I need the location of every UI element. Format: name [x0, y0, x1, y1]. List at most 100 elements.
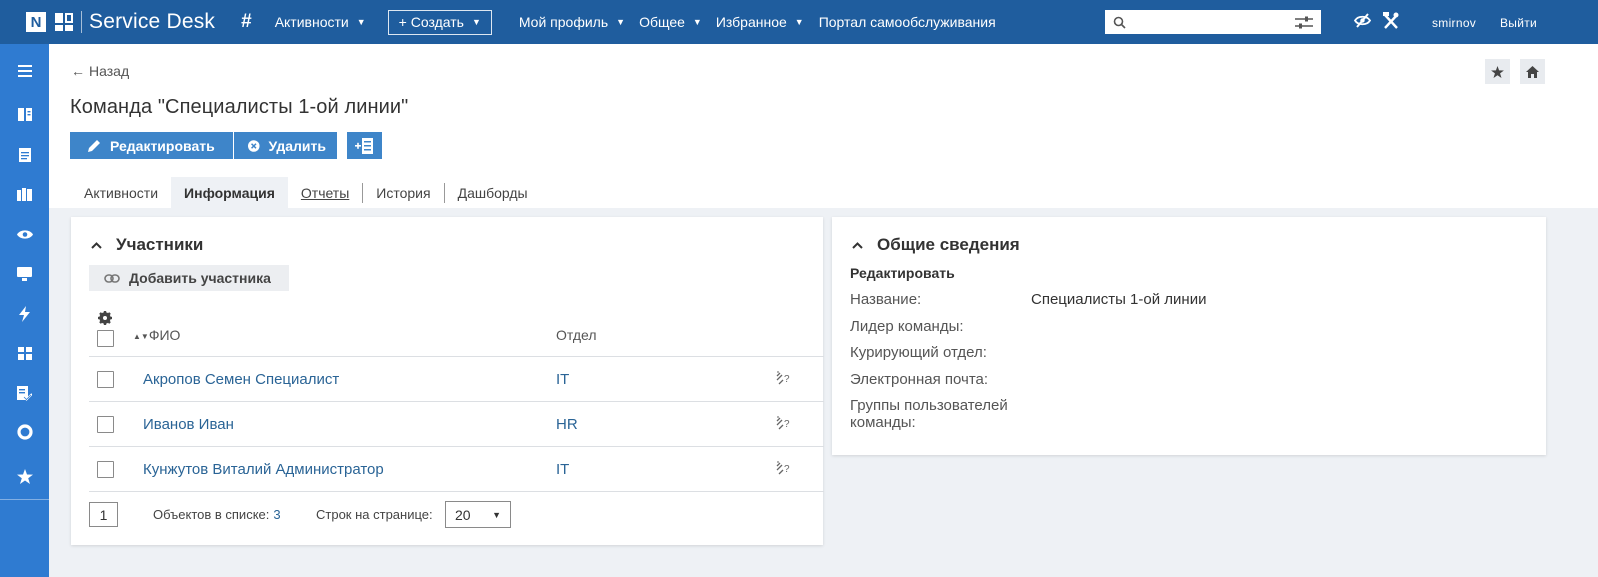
filter-settings-icon[interactable] [1295, 16, 1313, 29]
unlink-icon[interactable]: ? [776, 371, 791, 386]
svg-text:?: ? [784, 374, 790, 385]
username[interactable]: smirnov [1432, 16, 1476, 30]
table-divider [89, 401, 824, 402]
unlink-icon[interactable]: ? [776, 416, 791, 431]
unlink-icon[interactable]: ? [776, 461, 791, 476]
row-checkbox[interactable] [97, 461, 114, 478]
add-to-list-button[interactable] [347, 132, 382, 159]
objects-count-label: Объектов в списке: [153, 507, 270, 522]
table-divider [89, 446, 824, 447]
left-sidebar [0, 44, 49, 577]
member-department-link[interactable]: IT [556, 461, 569, 478]
member-name-link[interactable]: Кунжутов Виталий Администратор [143, 461, 384, 478]
menu-activities-label: Активности [274, 14, 349, 30]
general-info-header[interactable]: Общие сведения [852, 235, 1020, 255]
add-member-button[interactable]: Добавить участника [89, 265, 289, 291]
dashboard-icon[interactable] [0, 341, 49, 365]
favorite-button[interactable] [1485, 59, 1510, 84]
add-member-label: Добавить участника [129, 270, 271, 286]
field-label-name: Название: [850, 291, 922, 308]
book-icon[interactable] [0, 102, 49, 126]
rows-per-page-value: 20 [455, 506, 471, 523]
tab-bar: Активности Информация Отчеты История Даш… [71, 177, 541, 208]
star-icon[interactable] [0, 464, 49, 488]
column-header-name[interactable]: ▲▼ФИО [133, 327, 180, 343]
chevron-up-icon [91, 241, 102, 249]
gear-icon[interactable] [98, 311, 112, 325]
monitor-icon[interactable] [0, 262, 49, 286]
page-header: ← Назад Команда "Специалисты 1-ой линии"… [49, 44, 1598, 208]
tab-history[interactable]: История [363, 177, 443, 208]
delete-button[interactable]: Удалить [233, 132, 337, 159]
field-value-name: Специалисты 1-ой линии [1031, 291, 1207, 308]
member-department-link[interactable]: IT [556, 371, 569, 388]
tab-reports[interactable]: Отчеты [288, 177, 362, 208]
edit-button[interactable]: Редактировать [70, 132, 233, 159]
general-edit-link[interactable]: Редактировать [850, 265, 955, 281]
back-link[interactable]: ← Назад [71, 63, 129, 79]
search-icon [1113, 16, 1126, 29]
create-button-label: + Создать [398, 14, 464, 30]
svg-text:?: ? [784, 464, 790, 475]
create-button[interactable]: + Создать ▼ [387, 9, 492, 35]
app-logo[interactable]: N Service Desk [26, 10, 215, 34]
tools-icon[interactable] [1383, 12, 1399, 30]
menu-icon[interactable] [0, 59, 49, 83]
chevron-down-icon: ▼ [616, 17, 626, 27]
search-input[interactable] [1105, 10, 1321, 34]
members-card-header[interactable]: Участники [91, 235, 203, 255]
logo-letter: N [26, 12, 46, 32]
logo-grid-icon [55, 13, 73, 31]
members-card-title: Участники [116, 235, 204, 254]
chevron-down-icon: ▼ [692, 17, 702, 27]
menu-self-service-portal-label: Портал самообслуживания [818, 14, 996, 30]
menu-activities[interactable]: Активности ▼ [275, 14, 366, 30]
tab-dashboards[interactable]: Дашборды [445, 177, 541, 208]
chevron-down-icon: ▼ [492, 509, 501, 520]
menu-my-profile[interactable]: Мой профиль ▼ [519, 14, 625, 30]
column-header-department[interactable]: Отдел [556, 327, 597, 343]
hidden-eye-icon[interactable] [1354, 13, 1371, 28]
table-divider [89, 491, 824, 492]
objects-count: Объектов в списке: 3 [153, 507, 281, 522]
select-all-checkbox[interactable] [97, 330, 114, 347]
eye-icon[interactable] [0, 222, 49, 246]
rows-per-page-label: Строк на странице: [316, 507, 433, 522]
delete-button-label: Удалить [268, 137, 326, 154]
member-name-link[interactable]: Иванов Иван [143, 416, 234, 433]
lightning-icon[interactable] [0, 302, 49, 326]
logout-link[interactable]: Выйти [1500, 16, 1537, 30]
menu-general-label: Общее [639, 14, 685, 30]
row-checkbox[interactable] [97, 416, 114, 433]
general-info-title: Общие сведения [877, 235, 1020, 254]
menu-self-service-portal[interactable]: Портал самообслуживания [819, 14, 996, 30]
home-icon [1526, 65, 1539, 78]
member-name-link[interactable]: Акропов Семен Специалист [143, 371, 339, 388]
document-icon[interactable] [0, 143, 49, 167]
page-number-button[interactable]: 1 [89, 502, 118, 527]
chevron-up-icon [852, 241, 863, 249]
edit-check-icon[interactable] [0, 381, 49, 405]
hashtag-icon[interactable]: # [241, 11, 252, 33]
chevron-down-icon: ▼ [471, 17, 481, 27]
menu-my-profile-label: Мой профиль [518, 14, 609, 30]
field-label-user-groups: Группы пользователей команды: [850, 397, 1008, 431]
star-icon [1491, 65, 1504, 78]
row-checkbox[interactable] [97, 371, 114, 388]
members-card: Участники Добавить участника ▲▼ФИО Отдел… [71, 217, 824, 545]
library-icon[interactable] [0, 182, 49, 206]
lifebuoy-icon[interactable] [0, 420, 49, 444]
menu-favorites[interactable]: Избранное ▼ [716, 14, 804, 30]
menu-favorites-label: Избранное [715, 14, 787, 30]
rows-per-page-select[interactable]: 20 ▼ [445, 501, 511, 528]
menu-general[interactable]: Общее ▼ [639, 14, 702, 30]
member-department-link[interactable]: HR [556, 416, 578, 433]
tab-activities[interactable]: Активности [71, 177, 171, 208]
edit-button-label: Редактировать [110, 137, 215, 154]
pencil-icon [88, 139, 100, 152]
app-name: Service Desk [89, 10, 216, 33]
field-label-email: Электронная почта: [850, 371, 989, 388]
sidebar-divider [0, 499, 49, 500]
home-button[interactable] [1520, 59, 1545, 84]
tab-information[interactable]: Информация [171, 177, 288, 208]
